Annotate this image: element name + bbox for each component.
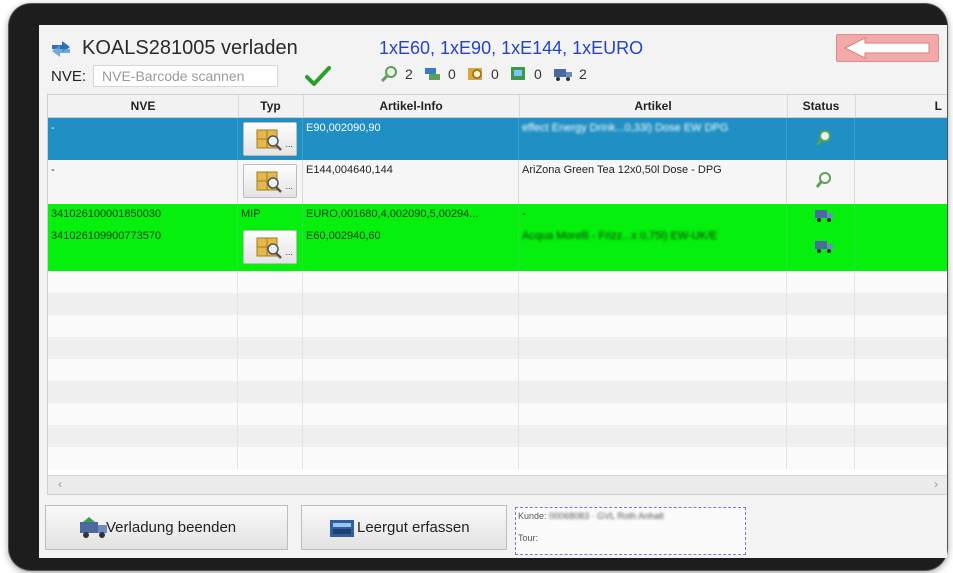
- counter-loaded: 0: [510, 66, 542, 82]
- empty-row: [48, 315, 947, 337]
- table-row[interactable]: - ... E90,002090,90 effect Energy Drink.…: [48, 118, 947, 160]
- customer-info-box: Kunde: 00068083 · GVL Roth Anhalt Tour:: [515, 507, 746, 555]
- column-header-nve[interactable]: NVE: [48, 95, 239, 117]
- box-magnifier-icon: [256, 129, 282, 151]
- magnifier-icon: [816, 172, 831, 188]
- confirm-check-icon[interactable]: [305, 65, 331, 87]
- nve-barcode-input[interactable]: [93, 65, 278, 87]
- truck-icon: [815, 241, 833, 253]
- empty-row: [48, 271, 947, 293]
- artikel-info-cell: E60,002940,60: [306, 230, 381, 242]
- transfer-arrows-icon: [52, 41, 70, 57]
- empty-row: [48, 359, 947, 381]
- crate-icon: [330, 520, 354, 537]
- artikel-cell: Acqua Morelli - Frizz...x 0,75l) EW-UK/E: [522, 230, 718, 242]
- box-magnifier-icon: [256, 171, 282, 193]
- truck-icon: [554, 69, 572, 81]
- search-box-icon: [468, 68, 482, 80]
- column-header-artikel[interactable]: Artikel: [519, 95, 788, 117]
- table-row[interactable]: - ... E144,004640,144 AriZona Green Tea …: [48, 160, 947, 204]
- column-header-l[interactable]: L: [855, 95, 947, 117]
- finish-loading-label: Verladung beenden: [106, 519, 237, 536]
- back-arrow-icon: [843, 37, 930, 59]
- artikel-cell: -: [522, 208, 526, 220]
- table-row[interactable]: 341026100001850030 MIP EURO,001680,4,002…: [48, 204, 947, 226]
- counter-trucks: 2: [553, 66, 587, 82]
- horizontal-scrollbar[interactable]: ‹ ›: [48, 475, 947, 494]
- column-header-typ[interactable]: Typ: [238, 95, 304, 117]
- table-row[interactable]: 341026109900773570 ... E60,002940,60 Acq…: [48, 226, 947, 271]
- register-empties-label: Leergut erfassen: [357, 519, 470, 536]
- counter-pallets: 0: [424, 66, 456, 82]
- register-empties-button[interactable]: Leergut erfassen: [301, 505, 507, 550]
- artikel-cell: AriZona Green Tea 12x0,50l Dose - DPG: [522, 164, 722, 176]
- artikel-info-cell: EURO,001680,4,002090,5,00294...: [306, 208, 479, 220]
- app-screen: KOALS281005 verladen 1xE60, 1xE90, 1xE14…: [39, 25, 947, 558]
- empty-row: [48, 337, 947, 359]
- nve-cell: 341026109900773570: [51, 230, 162, 242]
- nve-cell: -: [51, 164, 55, 176]
- empty-row: [48, 293, 947, 315]
- load-summary: 1xE60, 1xE90, 1xE144, 1xEURO: [379, 38, 644, 58]
- typ-button[interactable]: ...: [243, 164, 297, 198]
- scroll-right-icon[interactable]: ›: [934, 477, 938, 491]
- finish-loading-button[interactable]: Verladung beenden: [45, 505, 288, 550]
- typ-cell: MIP: [241, 208, 261, 220]
- artikel-info-cell: E90,002090,90: [306, 122, 381, 134]
- counter-inspect: 0: [467, 66, 499, 82]
- empty-row: [48, 447, 947, 469]
- nve-cell: 341026100001850030: [51, 208, 162, 220]
- tablet-frame: KOALS281005 verladen 1xE60, 1xE90, 1xE14…: [9, 4, 947, 570]
- table-header: NVE Typ Artikel-Info Artikel Status L: [48, 95, 947, 118]
- page-title: KOALS281005 verladen: [82, 37, 298, 59]
- customer-value: 00068083 · GVL Roth Anhalt: [549, 511, 664, 521]
- nve-cell: -: [51, 122, 55, 134]
- counter-search: 2: [381, 66, 413, 82]
- scroll-left-icon[interactable]: ‹: [58, 477, 62, 491]
- nve-label: NVE:: [51, 68, 87, 85]
- back-button[interactable]: [836, 34, 939, 62]
- box-magnifier-icon: [256, 237, 282, 259]
- artikel-cell: effect Energy Drink...0,33l) Dose EW DPG: [522, 122, 729, 134]
- typ-button[interactable]: ...: [243, 122, 297, 156]
- magnifier-icon: [816, 130, 831, 146]
- loading-truck-icon: [80, 517, 107, 538]
- load-table: NVE Typ Artikel-Info Artikel Status L - …: [47, 94, 947, 495]
- pallet-stack-icon: [425, 68, 440, 80]
- tour-label: Tour:: [518, 533, 539, 543]
- typ-button[interactable]: ...: [243, 230, 297, 264]
- artikel-info-cell: E144,004640,144: [306, 164, 393, 176]
- empty-row: [48, 381, 947, 403]
- loaded-box-icon: [511, 67, 525, 80]
- column-header-status[interactable]: Status: [787, 95, 856, 117]
- empty-row: [48, 425, 947, 447]
- customer-label: Kunde:: [518, 511, 547, 521]
- column-header-artikel-info[interactable]: Artikel-Info: [303, 95, 520, 117]
- magnifier-icon: [381, 66, 397, 82]
- truck-icon: [815, 210, 833, 222]
- empty-row: [48, 403, 947, 425]
